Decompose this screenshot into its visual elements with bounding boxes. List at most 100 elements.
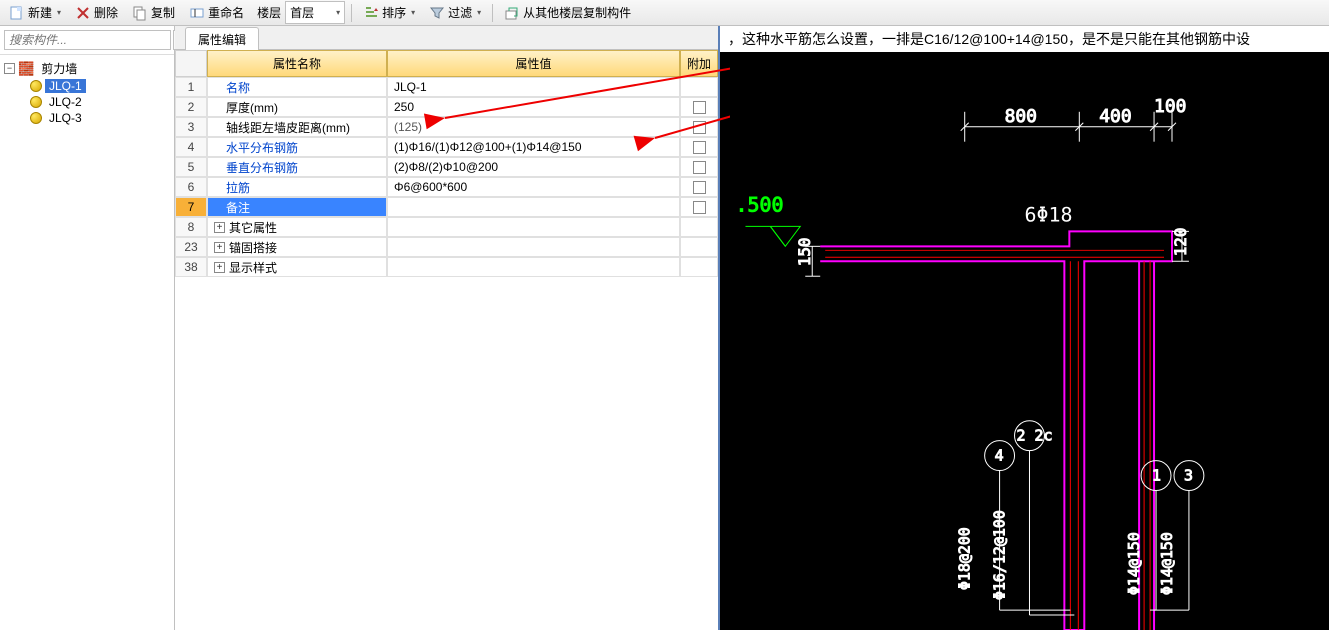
tree-root-label: 剪力墙 <box>37 60 81 77</box>
prop-value <box>387 217 680 237</box>
checkbox[interactable] <box>693 181 706 194</box>
dim-400: 400 <box>1099 106 1131 127</box>
row-num: 4 <box>175 137 207 157</box>
rename-label: 重命名 <box>208 4 244 21</box>
row-num: 5 <box>175 157 207 177</box>
tree-root[interactable]: − 🧱 剪力墙 <box>2 59 172 78</box>
prop-extra[interactable] <box>680 117 718 137</box>
prop-name: 厚度(mm) <box>207 97 387 117</box>
tree-item-label: JLQ-1 <box>45 79 86 93</box>
rename-button[interactable]: 重命名 <box>184 1 249 24</box>
checkbox[interactable] <box>693 101 706 114</box>
component-icon <box>30 112 42 124</box>
floor-value: 首层 <box>290 4 314 21</box>
prop-extra[interactable] <box>680 197 718 217</box>
dim-120: 120 <box>1171 227 1190 256</box>
tree-item[interactable]: JLQ-1 <box>2 78 172 94</box>
checkbox[interactable] <box>693 121 706 134</box>
separator <box>351 4 352 22</box>
prop-value[interactable]: (2)Φ8/(2)Φ10@200 <box>387 157 680 177</box>
floor-select[interactable]: 首层 ▾ <box>285 1 345 24</box>
chevron-down-icon: ▾ <box>477 8 481 17</box>
dim-100: 100 <box>1154 96 1186 117</box>
component-icon <box>30 80 42 92</box>
prop-value <box>387 257 680 277</box>
row-num: 8 <box>175 217 207 237</box>
main-toolbar: 新建 ▾ 删除 复制 重命名 楼层 首层 ▾ 排序 ▾ 过滤 ▾ <box>0 0 1329 26</box>
tree-item[interactable]: JLQ-3 <box>2 110 172 126</box>
top-rebar-label: 6Φ18 <box>1025 203 1073 226</box>
prop-name[interactable]: 名称 <box>207 77 387 97</box>
grid-corner <box>175 50 207 77</box>
floor-label: 楼层 <box>257 4 281 21</box>
tab-property-edit[interactable]: 属性编辑 <box>185 27 259 50</box>
prop-name: 轴线距左墙皮距离(mm) <box>207 117 387 137</box>
prop-extra[interactable] <box>680 157 718 177</box>
filter-icon <box>429 5 445 21</box>
filter-button[interactable]: 过滤 ▾ <box>424 1 486 24</box>
delete-button[interactable]: 删除 <box>70 1 123 24</box>
prop-name[interactable]: +显示样式 <box>207 257 387 277</box>
copy-label: 复制 <box>151 4 175 21</box>
tree-item[interactable]: JLQ-2 <box>2 94 172 110</box>
copy-from-label: 从其他楼层复制构件 <box>523 4 631 21</box>
prop-value[interactable] <box>387 197 680 217</box>
collapse-icon[interactable]: − <box>4 63 15 74</box>
sort-button[interactable]: 排序 ▾ <box>358 1 420 24</box>
row-num: 1 <box>175 77 207 97</box>
tab-bar: 属性编辑 <box>175 26 718 50</box>
row-num: 3 <box>175 117 207 137</box>
chevron-down-icon: ▾ <box>336 8 340 17</box>
question-text: ，这种水平筋怎么设置，一排是C16/12@100+14@150，是不是只能在其他… <box>720 26 1329 52</box>
checkbox[interactable] <box>693 161 706 174</box>
checkbox[interactable] <box>693 201 706 214</box>
expand-icon[interactable]: + <box>214 222 225 233</box>
component-tree: − 🧱 剪力墙 JLQ-1 JLQ-2 JLQ-3 <box>0 55 174 130</box>
copy-from-floor-button[interactable]: 从其他楼层复制构件 <box>499 1 636 24</box>
prop-name[interactable]: +锚固搭接 <box>207 237 387 257</box>
delete-icon <box>75 5 91 21</box>
copy-from-icon <box>504 5 520 21</box>
search-input[interactable] <box>4 30 171 50</box>
callout-1: Φ18@200 <box>956 527 974 590</box>
chevron-down-icon: ▾ <box>411 8 415 17</box>
expand-icon[interactable]: + <box>214 242 225 253</box>
dim-150: 150 <box>795 237 814 266</box>
prop-name[interactable]: 垂直分布钢筋 <box>207 157 387 177</box>
bubble-1: 1 <box>1152 467 1161 485</box>
prop-extra <box>680 77 718 97</box>
new-icon <box>9 5 25 21</box>
tree-item-label: JLQ-2 <box>45 95 86 109</box>
property-pane: 属性编辑 属性名称 属性值 附加 1 名称 JLQ-1 2 厚度(mm) 250… <box>175 26 720 630</box>
new-button[interactable]: 新建 ▾ <box>4 1 66 24</box>
expand-icon[interactable]: + <box>214 262 225 273</box>
prop-value <box>387 237 680 257</box>
chevron-down-icon: ▾ <box>57 8 61 17</box>
prop-extra <box>680 237 718 257</box>
prop-name[interactable]: +其它属性 <box>207 217 387 237</box>
prop-value[interactable]: JLQ-1 <box>387 77 680 97</box>
prop-value[interactable]: 250 <box>387 97 680 117</box>
callout-4: Φ14@150 <box>1158 532 1176 595</box>
prop-extra[interactable] <box>680 97 718 117</box>
tab-label: 属性编辑 <box>198 33 246 47</box>
col-header-name: 属性名称 <box>207 50 387 77</box>
prop-name[interactable]: 水平分布钢筋 <box>207 137 387 157</box>
copy-icon <box>132 5 148 21</box>
prop-extra[interactable] <box>680 177 718 197</box>
checkbox[interactable] <box>693 141 706 154</box>
copy-button[interactable]: 复制 <box>127 1 180 24</box>
drawing-pane: ，这种水平筋怎么设置，一排是C16/12@100+14@150，是不是只能在其他… <box>720 26 1329 630</box>
cad-view[interactable]: 800 400 100 .500 6Φ18 <box>720 52 1329 630</box>
prop-value[interactable]: (1)Φ16/(1)Φ12@100+(1)Φ14@150 <box>387 137 680 157</box>
cad-drawing: 800 400 100 .500 6Φ18 <box>720 52 1329 630</box>
col-header-value: 属性值 <box>387 50 680 77</box>
wall-icon: 🧱 <box>18 61 34 77</box>
prop-extra[interactable] <box>680 137 718 157</box>
row-num: 38 <box>175 257 207 277</box>
prop-value[interactable]: Φ6@600*600 <box>387 177 680 197</box>
prop-name[interactable]: 拉筋 <box>207 177 387 197</box>
prop-extra <box>680 217 718 237</box>
prop-value[interactable]: (125) <box>387 117 680 137</box>
vertical-splitter[interactable] <box>726 26 734 630</box>
